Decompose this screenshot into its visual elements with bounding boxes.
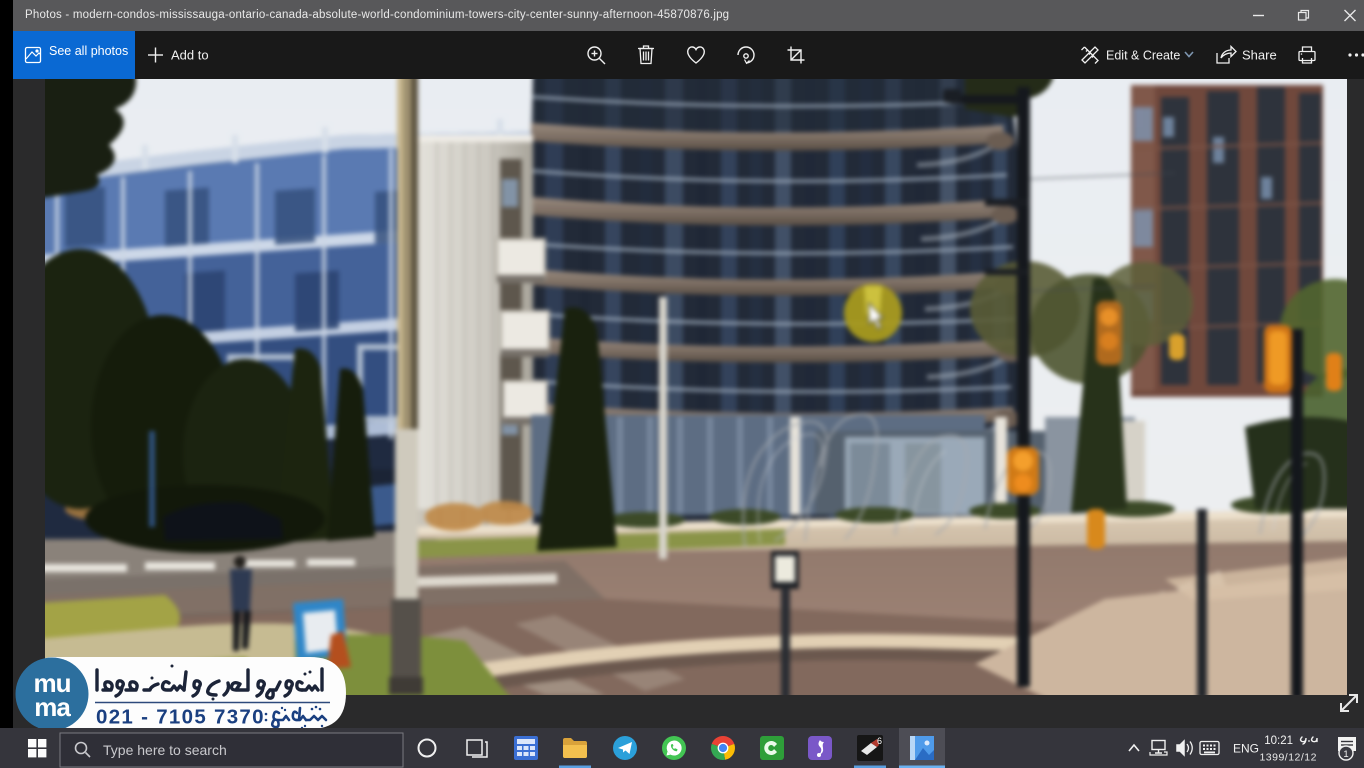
svg-text:Add to: Add to — [171, 48, 209, 63]
svg-text:021 - 7105 7370: 021 - 7105 7370 — [96, 706, 265, 729]
svg-text:ENG: ENG — [1233, 742, 1259, 756]
svg-text:See all photos: See all photos — [49, 44, 128, 58]
svg-text:10:21: 10:21 — [1264, 735, 1293, 747]
svg-text:6: 6 — [877, 736, 882, 746]
svg-text:ma: ma — [34, 692, 71, 722]
svg-text:1399/12/12: 1399/12/12 — [1259, 752, 1317, 764]
svg-text:Edit & Create: Edit & Create — [1106, 49, 1180, 63]
svg-text:1: 1 — [1343, 749, 1348, 760]
svg-text:Type here to search: Type here to search — [103, 742, 227, 758]
svg-text:Share: Share — [1242, 48, 1277, 63]
